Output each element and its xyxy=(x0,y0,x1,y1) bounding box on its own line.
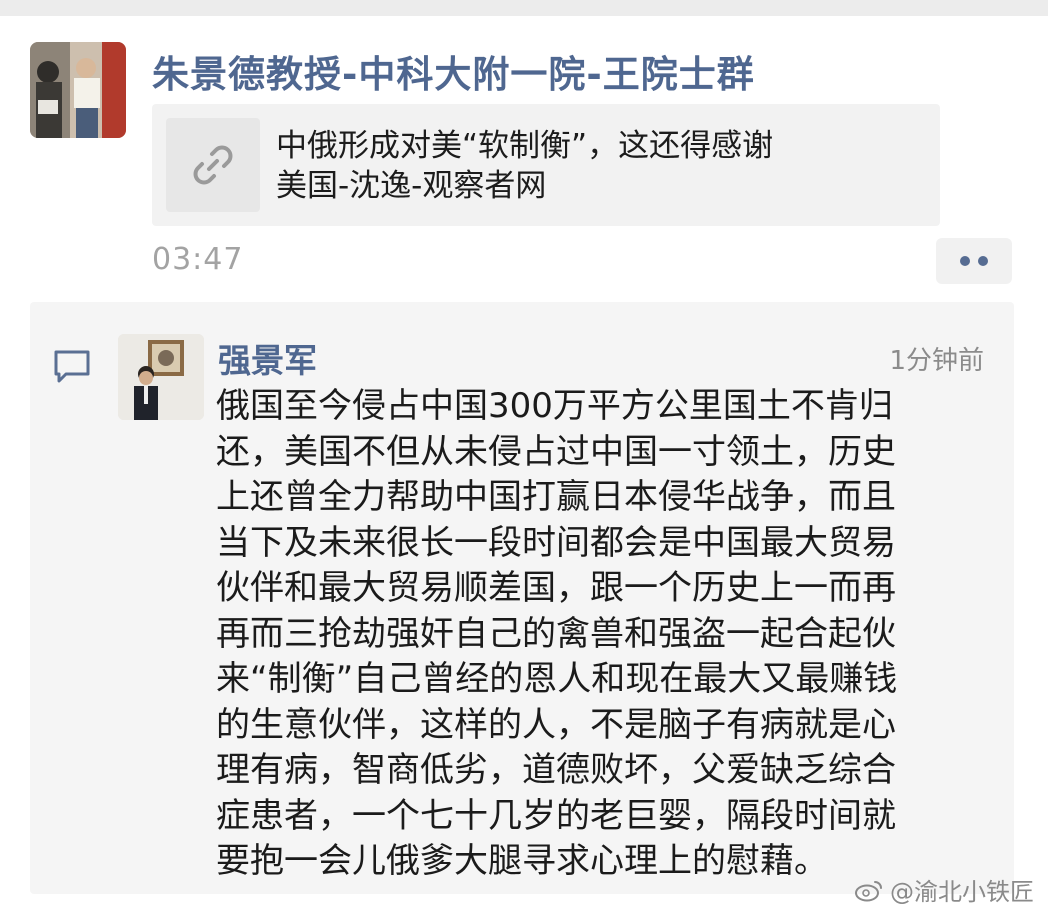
comment-line: 上还曾全力帮助中国打赢日本侵华战争，而且 xyxy=(216,477,896,517)
comment-icon xyxy=(54,350,90,383)
link-thumbnail xyxy=(166,118,260,212)
weibo-icon xyxy=(855,880,882,901)
link-title-line: 中俄形成对美“软制衡”，这还得感谢 xyxy=(276,128,774,164)
comment-line: 当下及未来很长一段时间都会是中国最大贸易 xyxy=(216,522,896,563)
shared-link-card[interactable]: 中俄形成对美“软制衡”，这还得感谢 美国-沈逸-观察者网 xyxy=(152,104,940,226)
link-icon xyxy=(193,145,233,185)
comment-line: 还，美国不但从未侵占过中国一寸领土，历史 xyxy=(216,431,896,472)
commenter-name[interactable]: 强景军 xyxy=(218,334,317,382)
post-time: 03:47 xyxy=(152,242,244,277)
comment-section: 强景军 1分钟前 俄国至今侵占中国300万平方公里国土不肯归 还，美国不但从未侵… xyxy=(30,302,1014,894)
weibo-watermark: @渝北小铁匠 xyxy=(854,872,1034,907)
watermark-text: @渝北小铁匠 xyxy=(890,878,1034,906)
comment-text: 俄国至今侵占中国300万平方公里国土不肯归 还，美国不但从未侵占过中国一寸领土，… xyxy=(216,384,996,885)
group-avatar[interactable] xyxy=(30,42,126,138)
more-options-button[interactable] xyxy=(936,238,1012,284)
comment-line: 伙伴和最大贸易顺差国，跟一个历史上一而再 xyxy=(216,568,896,608)
more-dots-icon xyxy=(960,256,970,266)
comment-time: 1分钟前 xyxy=(889,346,984,376)
comment-line: 来“制衡”自己曾经的恩人和现在最大又最赚钱 xyxy=(216,659,898,699)
link-title: 中俄形成对美“软制衡”，这还得感谢 美国-沈逸-观察者网 xyxy=(276,126,916,206)
link-title-line: 美国-沈逸-观察者网 xyxy=(276,168,547,204)
more-dots-icon xyxy=(978,256,988,266)
comment-line: 的生意伙伴，这样的人，不是脑子有病就是心 xyxy=(216,704,896,745)
comment-line: 再而三抢劫强奸自己的禽兽和强盗一起合起伙 xyxy=(216,613,896,654)
comment-line: 俄国至今侵占中国300万平方公里国土不肯归 xyxy=(216,386,893,426)
group-title: 朱景德教授-中科大附一院-王院士群 xyxy=(152,53,755,96)
avatar-photo xyxy=(30,42,126,138)
avatar-photo xyxy=(118,334,204,420)
top-divider-strip xyxy=(0,0,1048,16)
commenter-avatar[interactable] xyxy=(118,334,204,420)
comment-line: 理有病，智商低劣，道德败坏，父爱缺乏综合 xyxy=(216,750,896,790)
comment-line: 症患者，一个七十几岁的老巨婴，隔段时间就 xyxy=(216,795,896,836)
